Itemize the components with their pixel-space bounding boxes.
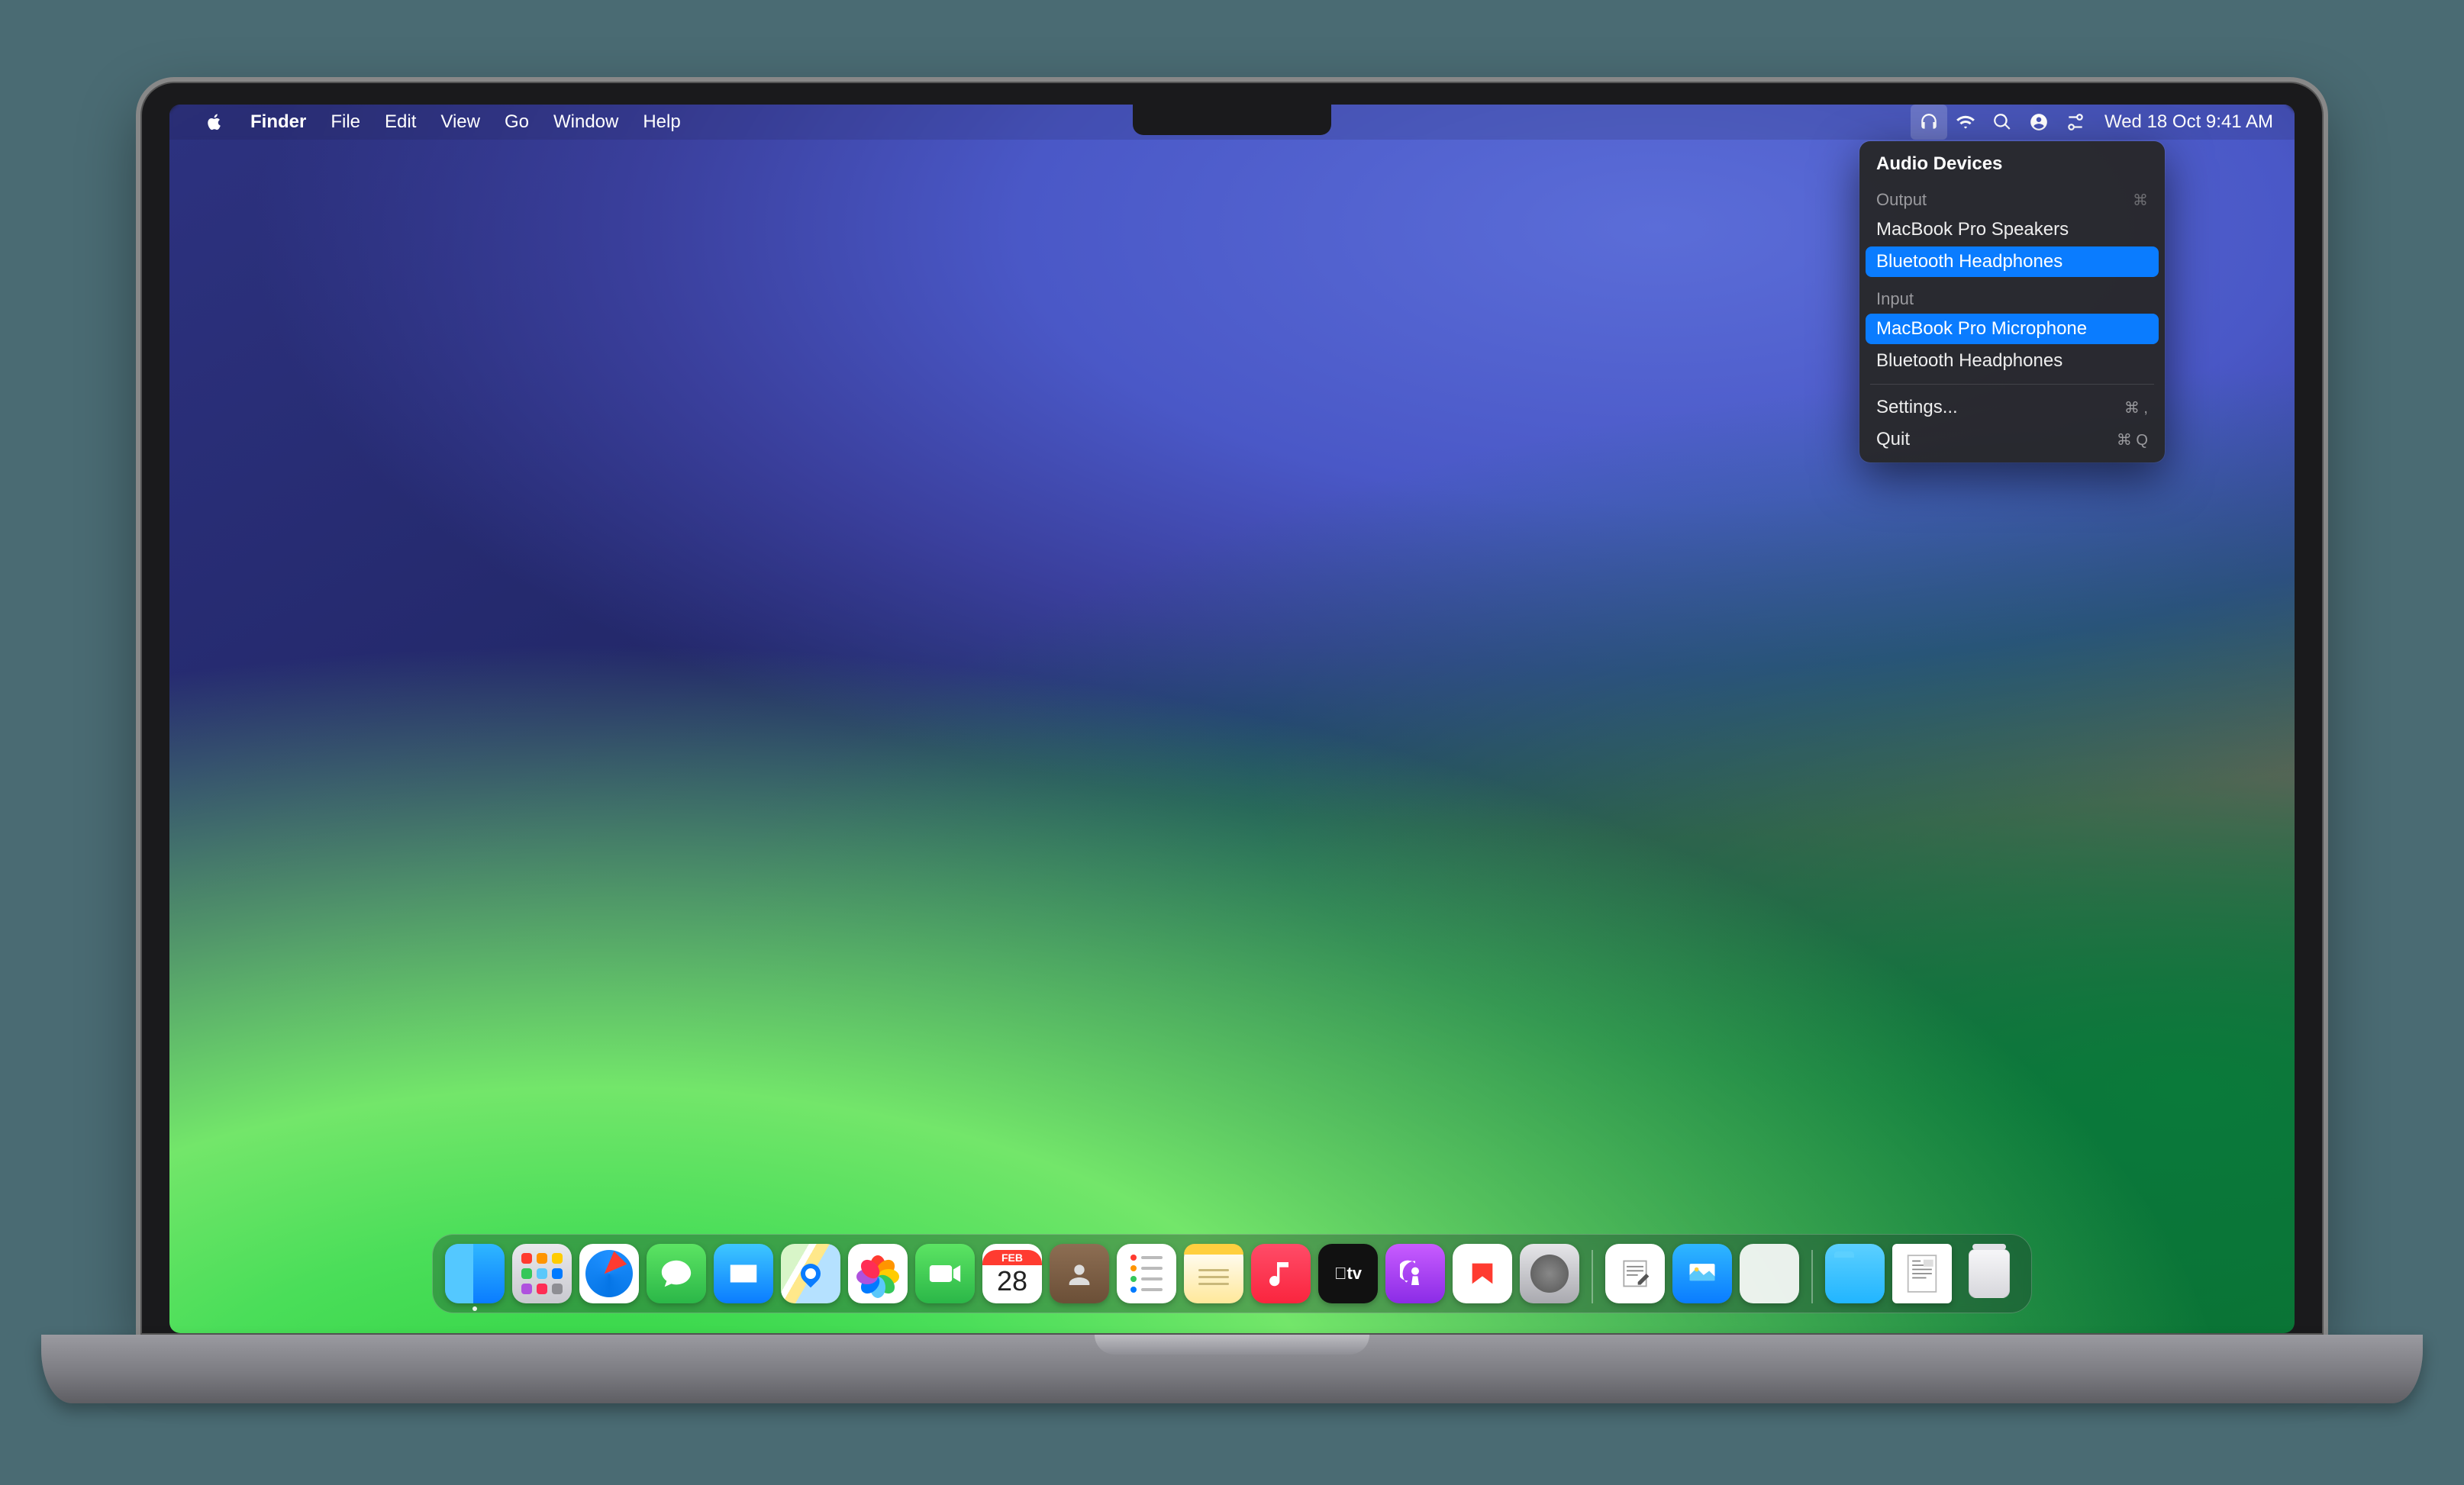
- user-icon: [2029, 112, 2049, 132]
- user-switcher[interactable]: [2021, 105, 2057, 140]
- dock-messages[interactable]: [647, 1244, 706, 1303]
- envelope-icon: [726, 1256, 761, 1291]
- photos-icon: [859, 1255, 896, 1292]
- dock-music[interactable]: [1251, 1244, 1311, 1303]
- contacts-icon: [1064, 1258, 1095, 1289]
- laptop-base: [41, 1335, 2423, 1403]
- output-shortcut: ⌘: [2133, 191, 2148, 210]
- apple-menu[interactable]: [191, 112, 238, 132]
- menu-go[interactable]: Go: [492, 105, 541, 140]
- app-menu[interactable]: Finder: [238, 105, 318, 140]
- dropdown-title: Audio Devices: [1859, 149, 2165, 179]
- menu-file[interactable]: File: [318, 105, 373, 140]
- audio-devices-menu: Audio Devices Output ⌘ MacBook Pro Speak…: [1859, 141, 2165, 462]
- trash-icon: [1969, 1249, 2010, 1298]
- dock-safari[interactable]: [579, 1244, 639, 1303]
- podcasts-icon: [1400, 1258, 1430, 1289]
- dock-finder[interactable]: [445, 1244, 505, 1303]
- textedit-icon: [1618, 1257, 1652, 1290]
- notes-icon: [1198, 1269, 1229, 1285]
- compass-icon: [585, 1250, 633, 1297]
- audio-devices-menu-icon[interactable]: [1911, 105, 1947, 140]
- input-macbook-microphone[interactable]: MacBook Pro Microphone: [1866, 314, 2159, 344]
- messages-icon: [659, 1256, 694, 1291]
- apple-logo-icon: [205, 112, 224, 132]
- dock-textedit[interactable]: [1605, 1244, 1665, 1303]
- preview-icon: [1685, 1257, 1719, 1290]
- input-label: Input: [1876, 289, 1914, 309]
- gear-icon: [1530, 1255, 1569, 1293]
- dock-mail[interactable]: [714, 1244, 773, 1303]
- output-section-header: Output ⌘: [1859, 179, 2165, 213]
- desktop[interactable]: Finder File Edit View Go Window Help: [169, 105, 2295, 1333]
- input-item-label: MacBook Pro Microphone: [1876, 318, 2087, 340]
- input-item-label: Bluetooth Headphones: [1876, 350, 2062, 372]
- output-item-label: Bluetooth Headphones: [1876, 251, 2062, 272]
- menu-edit[interactable]: Edit: [373, 105, 428, 140]
- reminders-icon: [1130, 1255, 1163, 1293]
- dock-generic-app[interactable]: [1740, 1244, 1799, 1303]
- dock-podcasts[interactable]: [1385, 1244, 1445, 1303]
- quit-label: Quit: [1876, 429, 1910, 450]
- dock-downloads-folder[interactable]: [1825, 1244, 1885, 1303]
- map-pin-icon: [797, 1260, 825, 1288]
- dock-news[interactable]: [1453, 1244, 1512, 1303]
- dropdown-separator: [1870, 384, 2154, 385]
- wifi-status[interactable]: [1947, 105, 1984, 140]
- dock-settings[interactable]: [1520, 1244, 1579, 1303]
- output-bluetooth-headphones[interactable]: Bluetooth Headphones: [1866, 246, 2159, 277]
- output-item-label: MacBook Pro Speakers: [1876, 219, 2069, 240]
- quit-menu-item[interactable]: Quit ⌘ Q: [1866, 424, 2159, 455]
- quit-shortcut: ⌘ Q: [2117, 430, 2148, 449]
- dock-preview[interactable]: [1672, 1244, 1732, 1303]
- video-icon: [928, 1257, 962, 1290]
- music-note-icon: [1266, 1258, 1296, 1289]
- dock-reminders[interactable]: [1117, 1244, 1176, 1303]
- menu-bar-clock[interactable]: Wed 18 Oct 9:41 AM: [2094, 111, 2273, 133]
- dock-separator: [1811, 1250, 1813, 1303]
- calendar-month: FEB: [982, 1250, 1042, 1265]
- dock: FEB 28 tv: [432, 1234, 2032, 1313]
- calendar-day: 28: [997, 1265, 1027, 1297]
- settings-label: Settings...: [1876, 397, 1958, 418]
- dock-trash[interactable]: [1959, 1244, 2019, 1303]
- dock-separator: [1592, 1250, 1593, 1303]
- output-macbook-speakers[interactable]: MacBook Pro Speakers: [1866, 214, 2159, 245]
- settings-shortcut: ⌘ ,: [2124, 398, 2148, 417]
- dock-launchpad[interactable]: [512, 1244, 572, 1303]
- search-icon: [1992, 112, 2012, 132]
- input-section-header: Input: [1859, 279, 2165, 312]
- wifi-icon: [1956, 112, 1975, 132]
- dock-maps[interactable]: [781, 1244, 840, 1303]
- document-icon: [1905, 1252, 1939, 1295]
- settings-menu-item[interactable]: Settings... ⌘ ,: [1866, 392, 2159, 423]
- dock-contacts[interactable]: [1050, 1244, 1109, 1303]
- launchpad-icon: [521, 1253, 563, 1294]
- menu-window[interactable]: Window: [541, 105, 631, 140]
- dock-calendar[interactable]: FEB 28: [982, 1244, 1042, 1303]
- menu-view[interactable]: View: [428, 105, 492, 140]
- control-center-icon: [2066, 112, 2085, 132]
- dock-documents-stack[interactable]: [1892, 1244, 1952, 1303]
- dock-facetime[interactable]: [915, 1244, 975, 1303]
- output-label: Output: [1876, 190, 1927, 210]
- dock-tv[interactable]: tv: [1318, 1244, 1378, 1303]
- spotlight-search[interactable]: [1984, 105, 2021, 140]
- headphones-icon: [1919, 112, 1939, 132]
- dock-notes[interactable]: [1184, 1244, 1243, 1303]
- tv-icon: tv: [1334, 1264, 1362, 1284]
- control-center[interactable]: [2057, 105, 2094, 140]
- news-icon: [1467, 1258, 1498, 1289]
- input-bluetooth-headphones[interactable]: Bluetooth Headphones: [1866, 346, 2159, 376]
- dock-photos[interactable]: [848, 1244, 908, 1303]
- menu-help[interactable]: Help: [631, 105, 692, 140]
- display-notch: [1133, 105, 1331, 135]
